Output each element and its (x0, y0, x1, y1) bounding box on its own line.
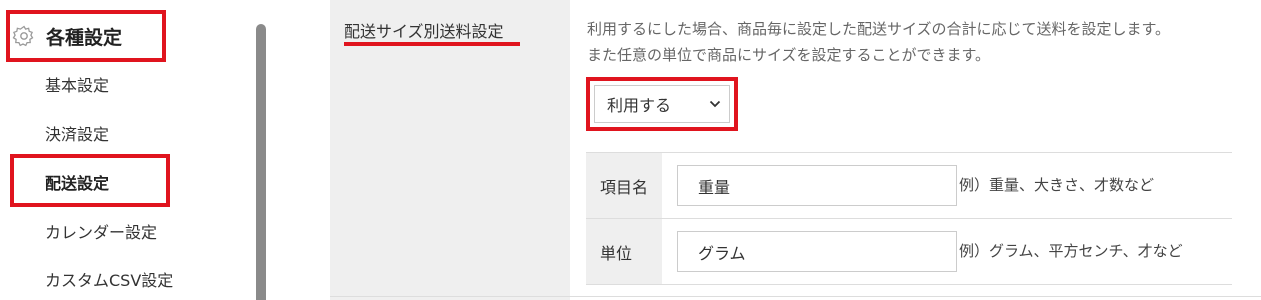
table-row-unit: 単位 グラム 例）グラム、平方センチ、才など (586, 219, 1232, 285)
usage-select-value: 利用する (607, 96, 672, 115)
sidebar-title: 各種設定 (46, 26, 123, 49)
item-name-hint: 例）重量、大きさ、才数など (959, 176, 1155, 194)
item-name-input[interactable]: 重量 (677, 165, 957, 206)
active-item-highlight (10, 154, 170, 207)
settings-sidebar: 各種設定 基本設定 決済設定 配送設定 カレンダー設定 カスタムCSV設定 (0, 0, 290, 300)
unit-label: 単位 (586, 219, 662, 284)
sidebar-item-payment-settings[interactable]: 決済設定 (45, 121, 109, 145)
chevron-down-icon (709, 100, 721, 108)
sidebar-item-custom-csv-settings[interactable]: カスタムCSV設定 (45, 267, 173, 291)
size-settings-table: 項目名 重量 例）重量、大きさ、才数など 単位 グラム 例）グラム、平方センチ、… (586, 152, 1232, 285)
table-row-item-name: 項目名 重量 例）重量、大きさ、才数など (586, 153, 1232, 219)
setting-description-line-2: また任意の単位で商品にサイズを設定することができます。 (587, 46, 991, 64)
unit-hint: 例）グラム、平方センチ、才など (959, 242, 1183, 260)
section-divider (330, 296, 1261, 297)
sidebar-item-calendar-settings[interactable]: カレンダー設定 (45, 219, 157, 243)
usage-select-highlight: 利用する (586, 77, 738, 131)
item-name-label: 項目名 (586, 153, 662, 218)
sidebar-item-basic-settings[interactable]: 基本設定 (45, 72, 109, 96)
gear-icon (12, 25, 34, 47)
sidebar-scrollbar[interactable] (256, 24, 266, 300)
usage-select[interactable]: 利用する (594, 85, 730, 123)
setting-label-underline (344, 42, 520, 46)
unit-input[interactable]: グラム (677, 231, 957, 272)
sidebar-header: 各種設定 (6, 10, 166, 62)
setting-description-line-1: 利用するにした場合、商品毎に設定した配送サイズの合計に応じて送料を設定します。 (587, 20, 1171, 38)
setting-label: 配送サイズ別送料設定 (344, 22, 504, 41)
